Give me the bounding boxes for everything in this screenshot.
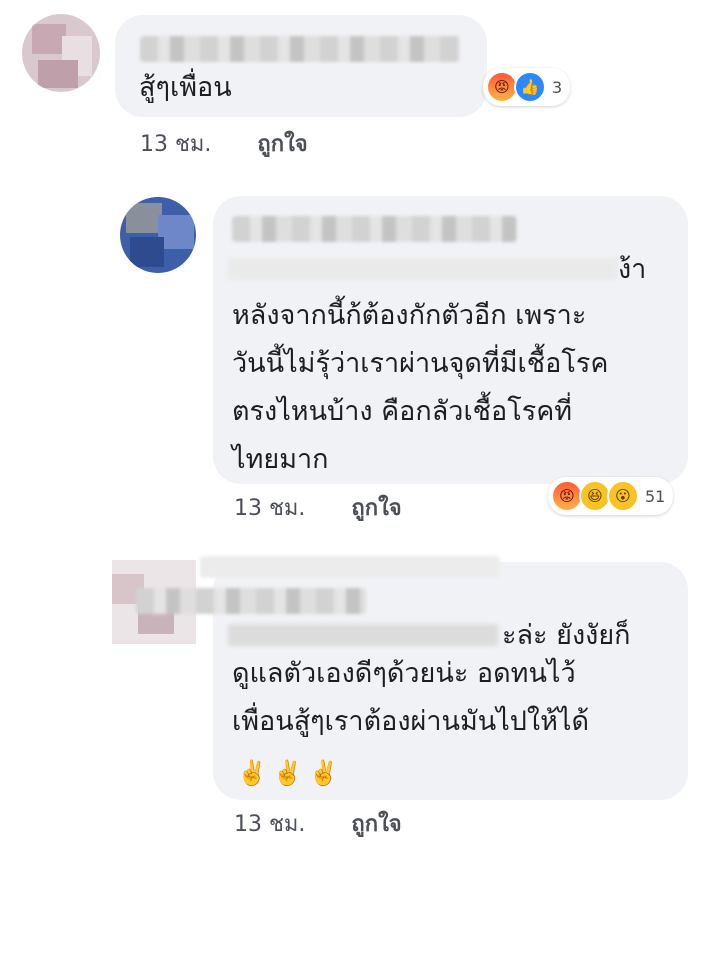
blurred-author-name[interactable]: [136, 588, 366, 614]
comment-line: เพื่อนสู้ๆเราต้องผ่านมันไปให้ได้: [232, 706, 590, 737]
like-icon: 👍: [514, 71, 546, 103]
comment-text: สู้ๆเพื่อน: [139, 72, 232, 103]
comment-line: ไทยมาก: [232, 444, 329, 475]
like-button[interactable]: ถูกใจ: [351, 490, 401, 525]
reaction-summary[interactable]: 😡 👍 3: [483, 68, 571, 106]
comment-line: ดูแลตัวเองดีๆด้วยน่ะ อดทนไว้: [232, 658, 576, 689]
timestamp[interactable]: 13 ชม.: [234, 806, 305, 841]
like-button[interactable]: ถูกใจ: [351, 806, 401, 841]
blurred-author-name[interactable]: [200, 556, 500, 578]
reaction-summary[interactable]: 😡 😆 😮 51: [548, 477, 674, 515]
blurred-author-name[interactable]: [232, 216, 517, 242]
comment-text-fragment: ง้า: [618, 254, 647, 285]
comment-text: ดูแลตัวเองดีๆด้วยน่ะ อดทนไว้เพื่อนสู้ๆเร…: [232, 650, 589, 746]
timestamp[interactable]: 13 ชม.: [140, 126, 211, 161]
wow-icon: 😮: [607, 480, 639, 512]
comment-line: หลังจากนี้ก้ต้องกักตัวอีก เพราะ: [232, 300, 587, 331]
avatar[interactable]: [22, 14, 100, 92]
blurred-text: [228, 624, 498, 646]
comment-line: ตรงไหนบ้าง คือกลัวเชื้อโรคที่: [232, 396, 573, 427]
like-button[interactable]: ถูกใจ: [257, 126, 307, 161]
comment-text: หลังจากนี้ก้ต้องกักตัวอีก เพราะวันนี้ไม่…: [232, 292, 608, 484]
reaction-count: 51: [645, 486, 666, 506]
avatar[interactable]: [120, 197, 196, 273]
victory-hand-icon: ✌️✌️✌️: [237, 759, 345, 787]
reaction-count: 3: [552, 77, 563, 97]
blurred-author-name[interactable]: [140, 36, 460, 62]
comment-meta: 13 ชม. ถูกใจ: [140, 126, 308, 161]
blurred-text: [228, 258, 618, 280]
comment-meta: 13 ชม. ถูกใจ: [234, 806, 402, 841]
comment-line: วันนี้ไม่รุ้ว่าเราผ่านจุดที่มีเชื้อโรค: [232, 348, 609, 379]
timestamp[interactable]: 13 ชม.: [234, 490, 305, 525]
comment-meta: 13 ชม. ถูกใจ: [234, 490, 402, 525]
